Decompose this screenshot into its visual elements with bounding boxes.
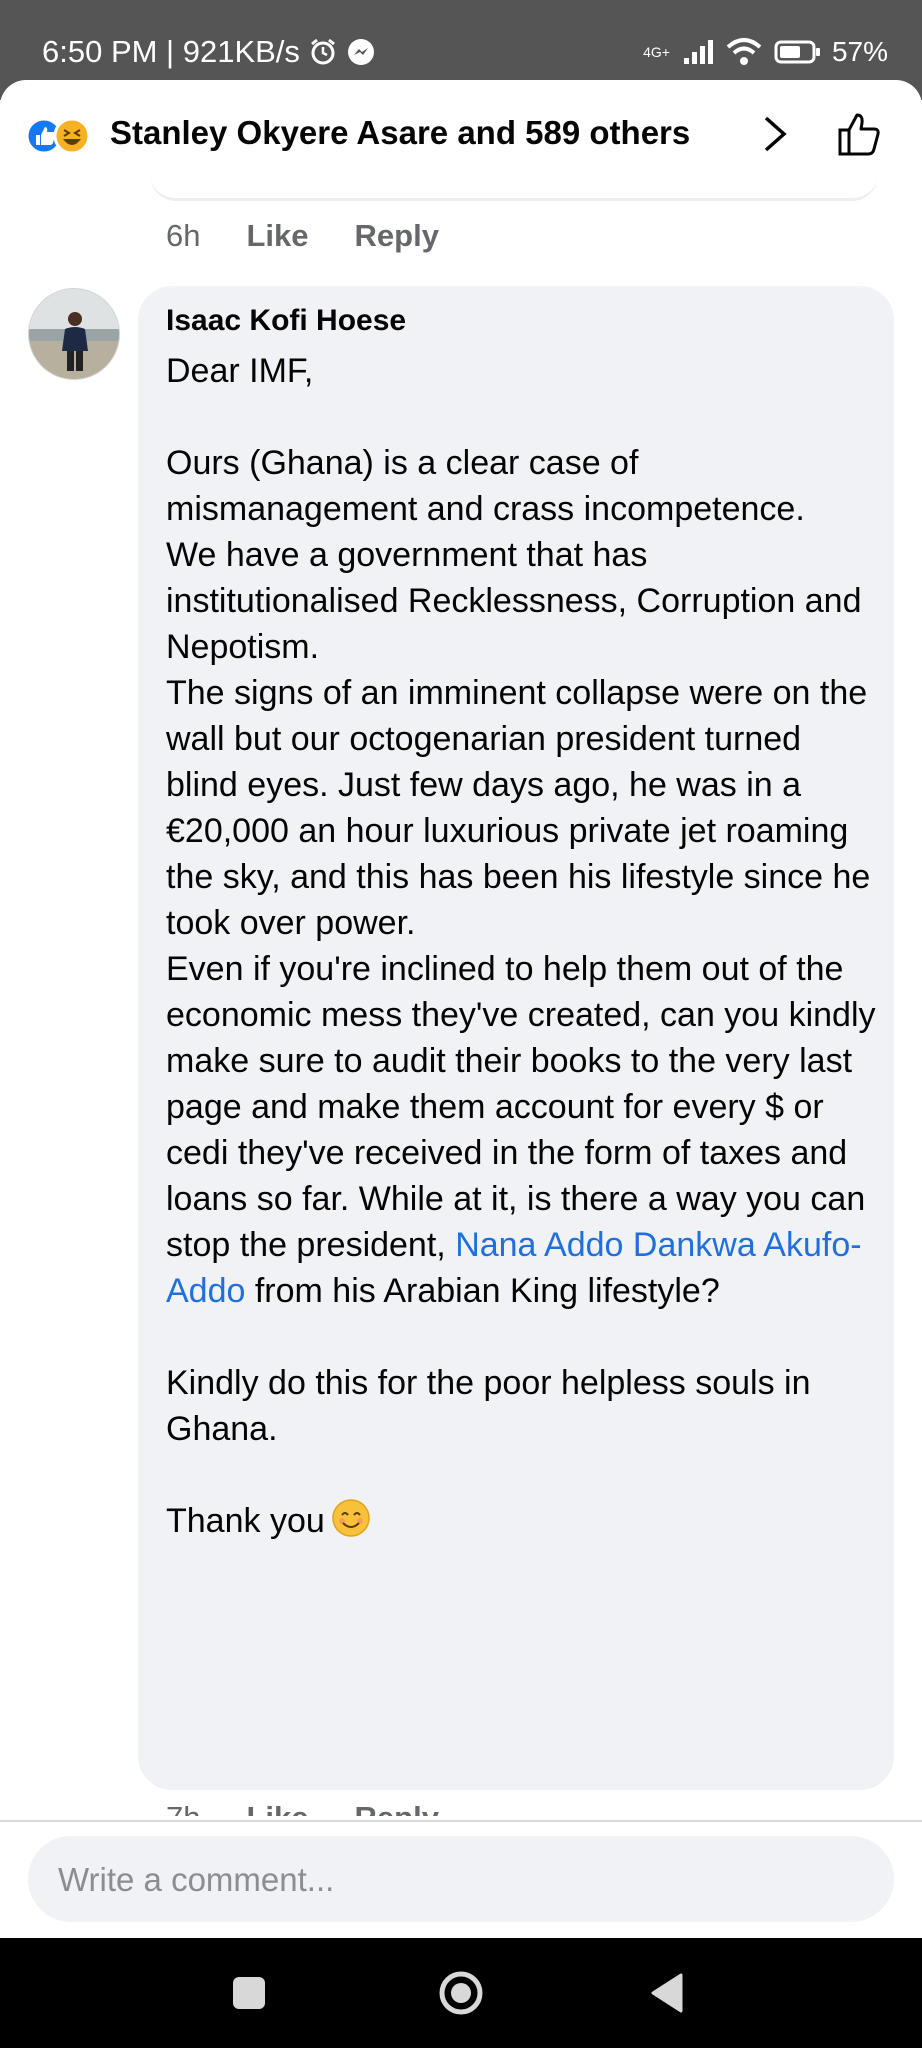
comment-paragraph: Ours (Ghana) is a clear case of mismanag… (166, 444, 805, 528)
battery-level: 57% (831, 36, 888, 67)
comment-time: 7h (166, 1800, 200, 1816)
signal-icon (683, 40, 713, 64)
comment-text: from his Arabian King lifestyle? (245, 1272, 720, 1310)
comment-composer[interactable] (28, 1836, 894, 1924)
comment-text: Even if you're inclined to help them out… (166, 950, 876, 1264)
reaction-icons[interactable] (24, 116, 104, 156)
triangle-back-icon (651, 1973, 683, 2013)
home-button[interactable] (406, 1938, 516, 2048)
network-type: 4G+ (643, 44, 670, 60)
system-nav-bar (0, 1938, 922, 2048)
battery-icon (774, 40, 820, 64)
alarm-icon (310, 38, 335, 65)
previous-comment-like-button[interactable]: Like (246, 218, 308, 254)
comment-closing: Thank you (166, 1498, 878, 1544)
square-icon (233, 1977, 265, 2009)
haha-reaction-icon (53, 117, 91, 155)
comment-paragraph: Kindly do this for the poor helpless sou… (166, 1364, 811, 1448)
recents-button[interactable] (194, 1938, 304, 2048)
divider (0, 1820, 922, 1822)
avatar[interactable] (28, 288, 120, 380)
comment-reply-button[interactable]: Reply (355, 1800, 439, 1816)
comment-author[interactable]: Isaac Kofi Hoese (166, 304, 406, 338)
comment-like-button[interactable]: Like (246, 1800, 308, 1816)
comment-paragraph: We have a government that has institutio… (166, 536, 862, 666)
reactors-summary[interactable]: Stanley Okyere Asare and 589 others (110, 114, 690, 152)
status-time-speed: 6:50 PM | 921KB/s (42, 34, 300, 69)
messenger-icon (347, 39, 374, 65)
previous-comment-actions: 6h Like Reply (166, 218, 439, 254)
comment-paragraph: The signs of an imminent collapse were o… (166, 674, 871, 942)
comment-actions: 7h Like Reply (166, 1796, 666, 1816)
smiling-face-emoji-icon (332, 1499, 370, 1537)
previous-comment-bubble (150, 150, 878, 201)
previous-comment-time: 6h (166, 218, 201, 253)
previous-comment-reply-button[interactable]: Reply (355, 218, 439, 254)
circle-icon (439, 1971, 483, 2015)
comment-greeting: Dear IMF, (166, 352, 314, 390)
comment-input[interactable] (56, 1836, 860, 1924)
comment-body: Dear IMF, Ours (Ghana) is a clear case o… (166, 348, 878, 1544)
wifi-icon (726, 38, 762, 65)
back-button[interactable] (612, 1938, 722, 2048)
comment-paragraph: Even if you're inclined to help them out… (166, 946, 878, 1314)
